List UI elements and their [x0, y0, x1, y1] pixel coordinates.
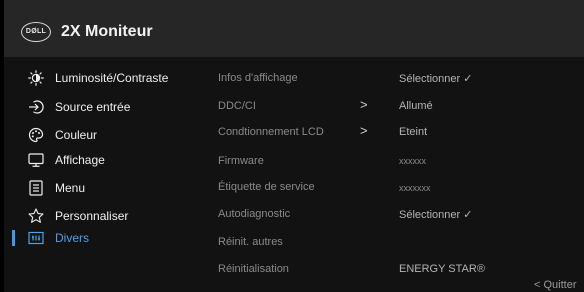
row-reset-others[interactable]: Réinit. autres [218, 236, 283, 248]
others-icon [28, 230, 44, 246]
sidebar-item-label: Source entrée [55, 100, 131, 114]
menu-header: DØLL 2X Moniteur [4, 0, 584, 57]
sidebar-item-label: Couleur [55, 128, 98, 142]
sidebar-item-label: Personnaliser [55, 209, 129, 223]
sidebar-item-label: Affichage [55, 153, 105, 167]
row-display-info[interactable]: Infos d'affichage [218, 72, 298, 84]
display-monitor-icon [28, 152, 44, 168]
lcd-conditioning-value: Eteint [399, 126, 428, 138]
row-lcd-conditioning[interactable]: Condtionnement LCD [218, 126, 324, 138]
display-info-value[interactable]: Sélectionner ✓ [399, 72, 472, 85]
input-source-icon [28, 99, 44, 115]
ddc-ci-arrow-icon[interactable]: > [360, 97, 368, 112]
row-self-diagnostic[interactable]: Autodiagnostic [218, 208, 290, 220]
self-diagnostic-value[interactable]: Sélectionner ✓ [399, 208, 472, 221]
color-palette-icon [28, 127, 44, 143]
star-icon [28, 208, 44, 224]
row-factory-reset[interactable]: Réinitialisation [218, 263, 289, 275]
page-title: 2X Moniteur [61, 23, 153, 40]
row-ddc-ci[interactable]: DDC/CI [218, 100, 256, 112]
row-service-tag: Étiquette de service [218, 181, 315, 193]
sidebar-item-label: Menu [55, 181, 86, 195]
energy-star-value[interactable]: ENERGY STAR® [399, 263, 485, 275]
osd-menu: DØLL 2X Moniteur Luminosité/Contraste So… [4, 0, 584, 292]
service-tag-value: xxxxxxx [399, 183, 431, 193]
active-indicator [12, 230, 15, 246]
dell-logo: DØLL [21, 22, 51, 42]
firmware-value: xxxxxx [399, 156, 426, 166]
menu-list-icon [28, 180, 44, 196]
row-firmware: Firmware [218, 155, 264, 167]
sidebar-item-label: Luminosité/Contraste [55, 71, 169, 85]
ddc-ci-value: Allumé [399, 100, 433, 112]
lcd-conditioning-arrow-icon[interactable]: > [360, 123, 368, 138]
brightness-icon [28, 70, 44, 86]
exit-button[interactable]: < Quitter [534, 279, 577, 291]
sidebar-item-label: Divers [55, 231, 90, 245]
